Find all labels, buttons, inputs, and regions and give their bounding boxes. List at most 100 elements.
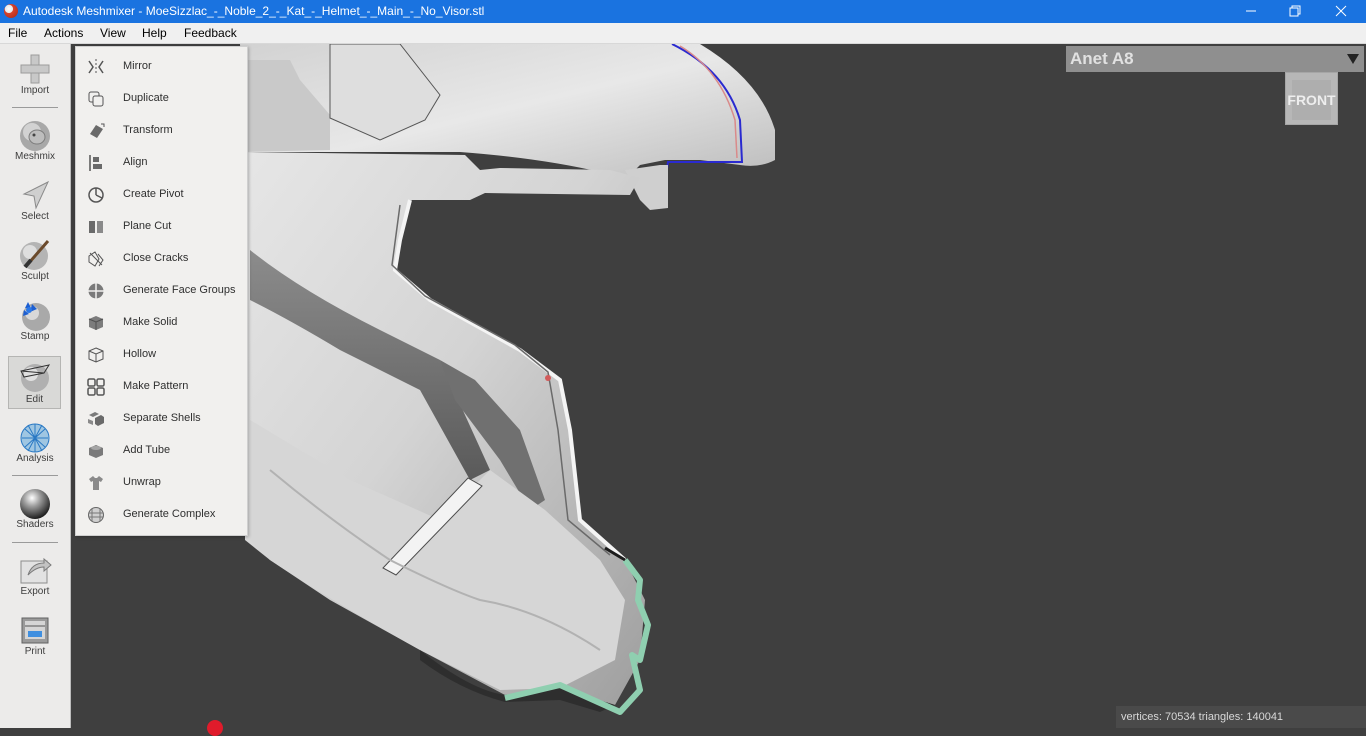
menu-create-pivot[interactable]: Create Pivot	[76, 179, 247, 211]
menu-item-label: Align	[123, 156, 148, 168]
left-toolbar: Import Meshmix Select Sculpt Stamp Edit …	[0, 44, 71, 728]
menu-view[interactable]: View	[100, 26, 126, 40]
tool-analysis[interactable]: Analysis	[6, 416, 64, 468]
tool-print[interactable]: Print	[6, 609, 64, 661]
menu-bar: File Actions View Help Feedback	[0, 23, 1366, 44]
transform-icon	[90, 123, 105, 138]
menu-separate-shells[interactable]: Separate Shells	[76, 403, 247, 435]
menu-item-label: Unwrap	[123, 476, 161, 488]
menu-make-pattern[interactable]: Make Pattern	[76, 371, 247, 403]
printer-icon	[21, 617, 49, 644]
plane-cut-icon	[89, 221, 103, 233]
menu-item-label: Create Pivot	[123, 188, 184, 200]
window-title: Autodesk Meshmixer - MoeSizzlac_-_Noble_…	[23, 4, 485, 18]
menu-item-label: Make Pattern	[123, 380, 189, 392]
menu-actions[interactable]: Actions	[44, 26, 83, 40]
menu-plane-cut[interactable]: Plane Cut	[76, 211, 247, 243]
menu-item-label: Make Solid	[123, 316, 178, 328]
hollow-cube-icon	[88, 347, 104, 363]
toolbar-separator	[12, 542, 58, 543]
menu-item-label: Mirror	[123, 60, 152, 72]
close-cracks-icon	[88, 251, 104, 267]
tool-label: Stamp	[20, 331, 50, 342]
meshmixer-app-icon	[4, 4, 18, 18]
menu-duplicate[interactable]: Duplicate	[76, 83, 247, 115]
restore-button[interactable]	[1272, 0, 1318, 23]
separate-shells-icon	[88, 412, 104, 426]
menu-item-label: Duplicate	[123, 92, 169, 104]
view-cube-label: FRONT	[1287, 92, 1336, 108]
menu-mirror[interactable]: Mirror	[76, 51, 247, 83]
stamp-sphere-icon	[22, 302, 50, 331]
unwrap-shirt-icon	[89, 476, 103, 490]
menu-item-label: Separate Shells	[123, 412, 201, 424]
printer-name: Anet A8	[1070, 49, 1134, 68]
tool-import[interactable]: Import	[6, 48, 64, 100]
viewport-3d[interactable]	[71, 44, 1366, 728]
menu-help[interactable]: Help	[142, 26, 167, 40]
tool-shaders[interactable]: Shaders	[6, 482, 64, 534]
menu-item-label: Add Tube	[123, 444, 171, 456]
complex-sphere-icon	[88, 507, 104, 523]
menu-add-tube[interactable]: Add Tube	[76, 435, 247, 467]
tool-label: Analysis	[16, 453, 54, 464]
duplicate-icon	[88, 91, 104, 107]
tool-label: Import	[20, 85, 50, 96]
pivot-icon	[88, 187, 104, 203]
export-icon	[20, 557, 52, 584]
brush-sphere-icon	[20, 240, 50, 270]
menu-hollow[interactable]: Hollow	[76, 339, 247, 371]
printer-selector[interactable]: Anet A8	[1066, 46, 1364, 72]
menu-item-label: Close Cracks	[123, 252, 189, 264]
tool-select[interactable]: Select	[6, 174, 64, 226]
tool-label: Shaders	[16, 519, 54, 530]
align-icon	[89, 155, 102, 171]
minimize-icon	[1246, 10, 1256, 12]
edit-menu-panel: Mirror Duplicate Transform Align Create …	[75, 46, 248, 536]
menu-feedback[interactable]: Feedback	[184, 26, 237, 40]
tool-edit[interactable]: Edit	[8, 356, 61, 409]
close-icon	[1335, 5, 1347, 17]
menu-align[interactable]: Align	[76, 147, 247, 179]
menu-item-label: Generate Face Groups	[123, 284, 236, 296]
toolbar-separator	[12, 107, 58, 108]
toolbar-separator	[12, 475, 58, 476]
plus-icon	[20, 54, 50, 84]
close-button[interactable]	[1318, 0, 1364, 23]
face-groups-icon	[88, 283, 104, 299]
triangle-down-icon	[1347, 54, 1359, 64]
tool-label: Print	[24, 646, 46, 657]
menu-generate-face-groups[interactable]: Generate Face Groups	[76, 275, 247, 307]
chrome-sphere-icon	[20, 489, 50, 519]
menu-make-solid[interactable]: Make Solid	[76, 307, 247, 339]
menu-file[interactable]: File	[8, 26, 27, 40]
pattern-grid-icon	[87, 378, 105, 396]
minimize-button[interactable]	[1228, 0, 1274, 23]
menu-item-label: Generate Complex	[123, 508, 216, 520]
red-marker	[545, 375, 551, 381]
solid-cube-icon	[88, 316, 104, 330]
mirror-icon	[88, 59, 104, 75]
menu-item-label: Plane Cut	[123, 220, 172, 232]
tool-label: Sculpt	[21, 271, 49, 282]
tool-stamp[interactable]: Stamp	[6, 294, 64, 346]
tool-export[interactable]: Export	[6, 549, 64, 601]
meshmix-bunny-icon	[20, 121, 50, 151]
edit-sphere-icon	[20, 364, 51, 392]
restore-icon	[1289, 5, 1301, 17]
title-bar: Autodesk Meshmixer - MoeSizzlac_-_Noble_…	[0, 0, 1366, 23]
menu-item-label: Hollow	[123, 348, 157, 360]
menu-close-cracks[interactable]: Close Cracks	[76, 243, 247, 275]
red-indicator-dot	[207, 720, 223, 736]
view-cube[interactable]: FRONT	[1285, 72, 1338, 125]
tube-icon	[89, 445, 103, 458]
menu-transform[interactable]: Transform	[76, 115, 247, 147]
mesh-sphere-icon	[20, 423, 50, 453]
menu-unwrap[interactable]: Unwrap	[76, 467, 247, 499]
mesh-stats: vertices: 70534 triangles: 140041	[1116, 706, 1366, 728]
tool-label: Export	[20, 586, 50, 597]
arrow-cursor-icon	[22, 180, 50, 210]
tool-sculpt[interactable]: Sculpt	[6, 234, 64, 286]
menu-generate-complex[interactable]: Generate Complex	[76, 499, 247, 531]
tool-meshmix[interactable]: Meshmix	[6, 114, 64, 166]
